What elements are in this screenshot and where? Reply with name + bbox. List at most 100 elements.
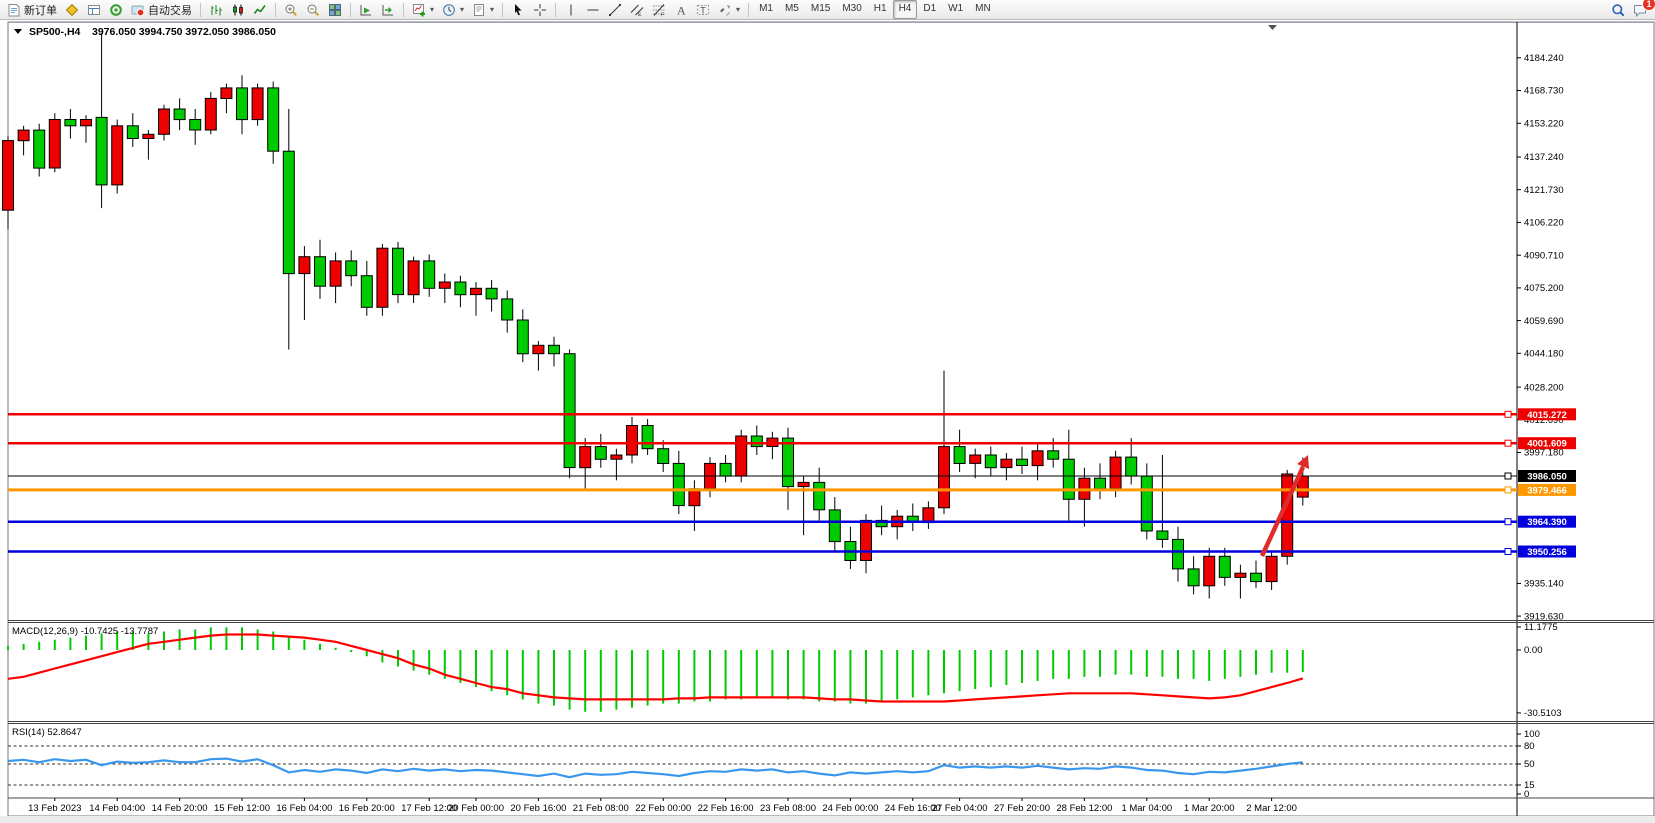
arrows-button[interactable]: ▾ [714,0,744,19]
svg-text:80: 80 [1524,741,1535,752]
svg-text:3976.050 3994.750 3972.050 398: 3976.050 3994.750 3972.050 3986.050 [92,26,276,38]
zoom-in-button[interactable] [280,0,302,19]
text-icon: A [674,3,688,17]
tf-m30-button[interactable]: M30 [836,0,867,19]
svg-text:20 Feb 16:00: 20 Feb 16:00 [510,803,566,814]
svg-text:0: 0 [1524,789,1529,800]
tf-h4-button[interactable]: H4 [893,0,918,19]
indicators-button[interactable]: ▾ [408,0,438,19]
toolbar-separator [555,3,556,17]
svg-text:3935.140: 3935.140 [1524,579,1564,590]
horizontal-line-button[interactable] [582,0,604,19]
trading-platform-window: { "toolbar": { "groups": [ {"items": [ {… [0,0,1655,823]
svg-text:4153.220: 4153.220 [1524,119,1564,130]
new-order-icon [7,3,21,17]
tf-h1-button[interactable]: H1 [868,0,893,19]
cursor-icon [511,3,525,17]
svg-text:15 Feb 12:00: 15 Feb 12:00 [214,803,270,814]
price-tag: 3986.050 [1518,470,1576,483]
navigator-button[interactable] [105,0,127,19]
svg-text:20 Feb 00:00: 20 Feb 00:00 [448,803,504,814]
cursor-button[interactable] [507,0,529,19]
button-label: MN [975,3,991,14]
svg-text:3950.256: 3950.256 [1527,547,1567,558]
svg-text:22 Feb 16:00: 22 Feb 16:00 [698,803,754,814]
fibonacci-button[interactable]: F [648,0,670,19]
chart-candles-button[interactable] [227,0,249,19]
svg-text:0.00: 0.00 [1524,645,1543,656]
tf-m5-button[interactable]: M5 [779,0,805,19]
autoscroll-icon [359,3,373,17]
text-button[interactable]: A [670,0,692,19]
bottom-scrollbar[interactable] [0,816,1655,823]
svg-text:27 Feb 04:00: 27 Feb 04:00 [932,803,988,814]
new-order-button[interactable]: 新订单 [3,0,61,19]
chart-shift-button[interactable] [377,0,399,19]
zoom-in-icon [284,3,298,17]
trend-icon [608,3,622,17]
crosshair-button[interactable] [529,0,551,19]
svg-text:4137.240: 4137.240 [1524,152,1564,163]
market-watch-button[interactable] [83,0,105,19]
chevron-down-icon: ▾ [490,5,494,14]
svg-text:E: E [638,12,642,17]
profiles-icon [65,3,79,17]
svg-text:A: A [677,3,686,17]
profiles-button[interactable] [61,0,83,19]
trendline-button[interactable] [604,0,626,19]
svg-text:4168.730: 4168.730 [1524,86,1564,97]
navigator-icon [109,3,123,17]
svg-text:4059.690: 4059.690 [1524,316,1564,327]
svg-text:4015.272: 4015.272 [1527,410,1567,421]
svg-text:13 Feb 2023: 13 Feb 2023 [28,803,81,814]
chart-title: SP500-,H43976.050 3994.750 3972.050 3986… [14,26,276,38]
button-label: H1 [874,3,887,14]
svg-text:14 Feb 04:00: 14 Feb 04:00 [89,803,145,814]
tf-m15-button[interactable]: M15 [805,0,836,19]
auto-scroll-button[interactable] [355,0,377,19]
button-label: 新订单 [24,2,57,18]
chat-button[interactable]: 1 [1629,0,1651,19]
market-watch-icon [87,3,101,17]
toolbar-separator [748,3,749,17]
toolbar-separator [403,3,404,17]
autotrading-icon [131,3,145,17]
channel-button[interactable]: E [626,0,648,19]
tf-w1-button[interactable]: W1 [942,0,969,19]
svg-text:4090.710: 4090.710 [1524,250,1564,261]
svg-text:27 Feb 20:00: 27 Feb 20:00 [994,803,1050,814]
svg-text:2 Mar 12:00: 2 Mar 12:00 [1246,803,1297,814]
candles-icon [231,3,245,17]
svg-text:4106.220: 4106.220 [1524,218,1564,229]
zoom-out-button[interactable] [302,0,324,19]
button-label: 自动交易 [148,2,192,18]
label-icon: T [696,3,710,17]
chart-line-button[interactable] [249,0,271,19]
label-button[interactable]: T [692,0,714,19]
svg-text:4075.200: 4075.200 [1524,283,1564,294]
svg-text:3986.050: 3986.050 [1527,472,1567,483]
tile-windows-button[interactable] [324,0,346,19]
template-icon [472,3,486,17]
fibo-icon: F [652,3,666,17]
autotrading-button[interactable]: 自动交易 [127,0,196,19]
svg-text:28 Feb 12:00: 28 Feb 12:00 [1056,803,1112,814]
svg-text:F: F [661,12,664,17]
vline-icon [564,3,578,17]
templates-button[interactable]: ▾ [468,0,498,19]
main-toolbar: 新订单 自动交易 ▾ ▾ ▾ E F AT ▾ M1M5M15M30 H1 H4D1W1 MN 1 [0,0,1655,20]
svg-text:RSI(14) 52.8647: RSI(14) 52.8647 [12,727,82,738]
chevron-down-icon: ▾ [430,5,434,14]
tf-d1-button[interactable]: D1 [917,0,942,19]
tf-m1-button[interactable]: M1 [753,0,779,19]
search-button[interactable] [1607,0,1629,19]
toolbar-separator [502,3,503,17]
price-tag: 4015.272 [1518,408,1576,421]
price-tag: 4001.609 [1518,437,1576,450]
periods-button[interactable]: ▾ [438,0,468,19]
toolbar-separator [275,3,276,17]
toolbar-separator [200,3,201,17]
chart-bars-button[interactable] [205,0,227,19]
vertical-line-button[interactable] [560,0,582,19]
tf-mn-button[interactable]: MN [969,0,997,19]
